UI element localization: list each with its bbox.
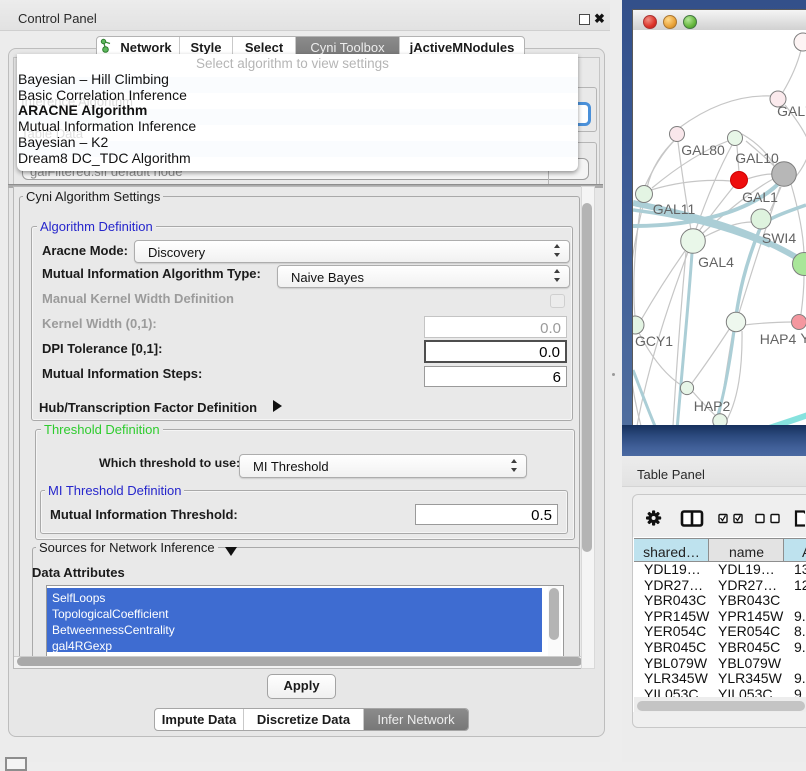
svg-text:Y: Y (800, 330, 806, 346)
svg-text:GAL4: GAL4 (698, 254, 734, 270)
svg-text:GAL11: GAL11 (653, 201, 696, 217)
svg-text:GAL10: GAL10 (735, 150, 779, 166)
svg-text:GAL80: GAL80 (681, 142, 725, 158)
svg-text:GAL7: GAL7 (777, 103, 806, 119)
svg-text:GCY1: GCY1 (635, 333, 673, 349)
svg-text:HAP4: HAP4 (760, 331, 797, 347)
svg-text:SWI4: SWI4 (762, 230, 796, 246)
svg-text:HAP2: HAP2 (694, 398, 731, 414)
svg-text:GAL1: GAL1 (742, 189, 778, 205)
